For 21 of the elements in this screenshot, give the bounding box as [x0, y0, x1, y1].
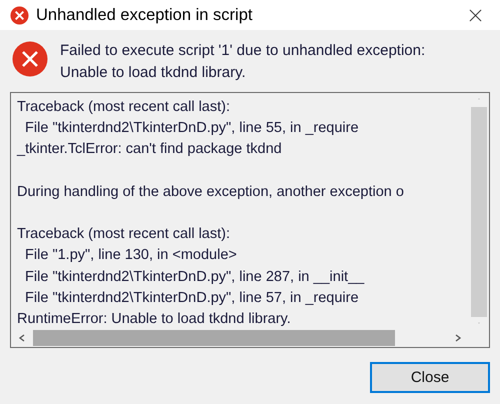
close-button[interactable]: Close	[370, 362, 490, 393]
traceback-line: Traceback (most recent call last):	[17, 225, 231, 244]
window-title: Unhandled exception in script	[36, 6, 254, 24]
scrollbar-thumb[interactable]	[471, 107, 487, 317]
error-message: Failed to execute script '1' due to unhandled exception:	[60, 41, 426, 61]
scroll-right-icon[interactable]	[453, 333, 463, 343]
traceback-line: File "tkinterdnd2\TkinterDnD.py", line 287, in __init__	[24, 268, 366, 287]
traceback-line: File "1.py", line 130, in <module>	[24, 246, 238, 266]
traceback-line: During handling of the above exception, another exception o	[17, 182, 405, 202]
close-icon[interactable]	[469, 8, 482, 22]
traceback-line: RuntimeError: Unable to load tkdnd library.	[17, 310, 292, 329]
traceback-line: _tkinter.TclError: can't find package tkdnd	[17, 140, 283, 160]
traceback-line: File "tkinterdnd2\TkinterDnD.py", line 57, in _require	[24, 288, 360, 308]
traceback-line: Traceback (most recent call last):	[17, 98, 231, 117]
traceback-text-area[interactable]	[10, 92, 490, 348]
error-message: Unable to load tkdnd library.	[60, 63, 247, 83]
error-icon	[12, 41, 48, 77]
error-icon	[10, 6, 29, 24]
scroll-left-icon[interactable]	[17, 333, 27, 343]
traceback-line: File "tkinterdnd2\TkinterDnD.py", line 55, in _require	[24, 119, 360, 138]
scrollbar-thumb[interactable]	[33, 330, 395, 346]
